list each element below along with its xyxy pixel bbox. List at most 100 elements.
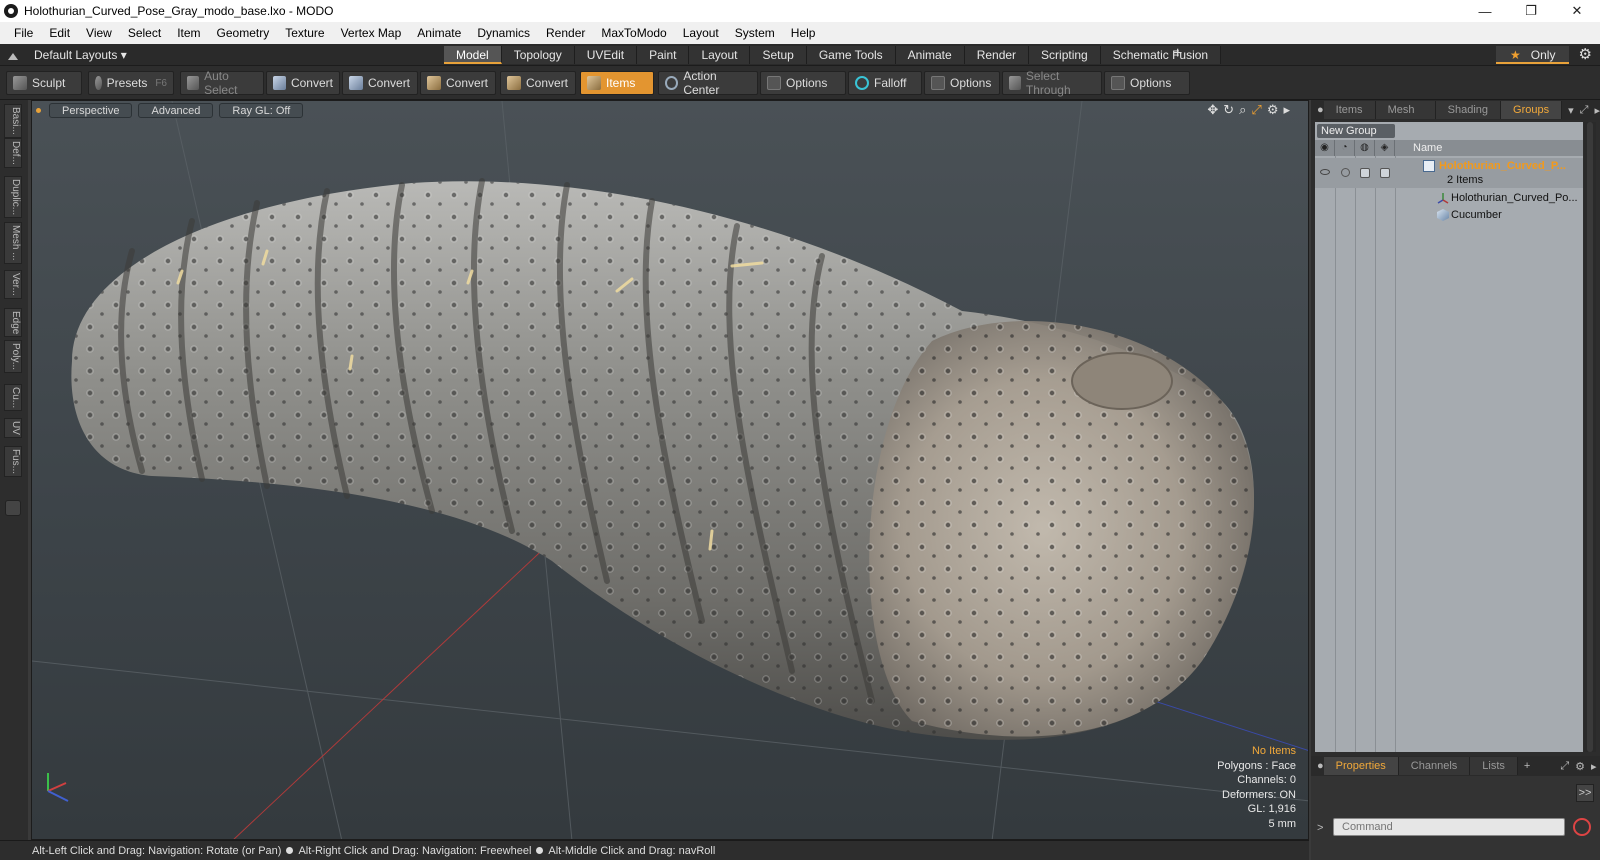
add-tab-plus-icon[interactable]: + <box>1524 760 1530 772</box>
viewport-expand-arrow-icon[interactable]: ▸ <box>1283 102 1290 118</box>
tab-channels[interactable]: Channels <box>1398 757 1471 775</box>
tab-animate[interactable]: Animate <box>895 46 965 64</box>
tab-deform[interactable]: Def... <box>4 138 22 168</box>
panel-menu-dot-icon[interactable]: ● <box>1317 760 1324 772</box>
3d-viewport[interactable]: Perspective Advanced Ray GL: Off ✥ ↻ ⌕ ⤢… <box>31 100 1309 840</box>
menu-system[interactable]: System <box>727 26 783 40</box>
view-mode-button[interactable]: Perspective <box>49 102 133 118</box>
expand-properties-button[interactable]: >> <box>1576 784 1594 802</box>
shading-button[interactable]: Advanced <box>138 102 214 118</box>
tabs-dropdown-icon[interactable]: ▾ <box>1568 104 1574 117</box>
tab-fusion[interactable]: Fus... <box>4 446 22 478</box>
close-button[interactable]: ✕ <box>1554 0 1600 22</box>
tab-topology[interactable]: Topology <box>501 46 575 64</box>
record-macro-button[interactable] <box>1573 818 1591 836</box>
menu-view[interactable]: View <box>78 26 120 40</box>
select-through-button[interactable]: Select Through <box>1002 69 1102 97</box>
visibility-column-eye-icon[interactable]: ◉ <box>1315 140 1335 156</box>
menu-edit[interactable]: Edit <box>41 26 78 40</box>
render-toggle-icon[interactable] <box>1341 168 1350 177</box>
tab-items[interactable]: Items <box>1323 101 1376 119</box>
lock-column-icon[interactable]: ◍ <box>1355 140 1375 156</box>
sculpt-button[interactable]: Sculpt <box>6 71 82 95</box>
fit-view-icon[interactable]: ⤢ <box>1251 102 1261 118</box>
command-input[interactable] <box>1333 818 1565 836</box>
only-button[interactable]: ★ Only <box>1496 46 1570 64</box>
groups-scrollbar[interactable] <box>1584 122 1596 752</box>
tab-scripting[interactable]: Scripting <box>1029 46 1101 64</box>
menu-help[interactable]: Help <box>783 26 824 40</box>
menu-item[interactable]: Item <box>169 26 208 40</box>
panel-arrow-icon[interactable]: ▸ <box>1594 104 1600 117</box>
add-tab-plus-icon[interactable]: + <box>1173 45 1182 63</box>
tab-setup[interactable]: Setup <box>750 46 807 64</box>
tab-paint[interactable]: Paint <box>637 46 690 64</box>
tab-shading[interactable]: Shading <box>1435 101 1502 119</box>
lock-toggle-icon[interactable] <box>1360 168 1370 178</box>
new-group-button[interactable]: New Group <box>1317 124 1395 138</box>
panel-menu-dot-icon[interactable]: ● <box>1317 104 1324 116</box>
panel-expand-icon[interactable]: ⤢ <box>1560 760 1569 773</box>
select-column-icon[interactable]: ◈ <box>1375 140 1395 156</box>
collapse-up-icon[interactable] <box>8 50 18 60</box>
tab-basic[interactable]: Basi... <box>4 104 22 138</box>
tab-vertex[interactable]: Ver... <box>4 270 22 299</box>
tab-groups[interactable]: Groups <box>1501 101 1563 119</box>
tab-curve[interactable]: Cu... <box>4 384 22 412</box>
menu-select[interactable]: Select <box>120 26 169 40</box>
action-center-options-button[interactable]: Options <box>760 71 846 95</box>
menu-animate[interactable]: Animate <box>409 26 469 40</box>
convert-vertices-button[interactable]: Convert <box>266 71 340 95</box>
scrollbar-thumb[interactable] <box>1587 122 1593 752</box>
menu-file[interactable]: File <box>6 26 41 40</box>
convert-polygons-button[interactable]: Convert <box>420 71 496 95</box>
tab-render[interactable]: Render <box>964 46 1030 64</box>
convert-edges-button[interactable]: Convert <box>342 71 418 95</box>
falloff-button[interactable]: Falloff <box>848 71 922 95</box>
visibility-eye-icon[interactable] <box>1320 169 1330 175</box>
tab-layout[interactable]: Layout <box>689 46 751 64</box>
pan-move-icon[interactable]: ✥ <box>1207 102 1218 118</box>
left-panel-toggle-button[interactable] <box>5 500 21 516</box>
select-through-options-button[interactable]: Options <box>1104 71 1190 95</box>
convert-items-button[interactable]: Convert <box>500 71 576 95</box>
viewport-gear-icon[interactable]: ⚙ <box>1267 102 1279 118</box>
tab-uvedit[interactable]: UVEdit <box>574 46 638 64</box>
menu-vertex-map[interactable]: Vertex Map <box>333 26 410 40</box>
render-column-icon[interactable]: ◔ <box>1335 140 1355 156</box>
sea-cucumber-model[interactable] <box>71 178 1255 740</box>
tab-mesh-edit[interactable]: Mesh ... <box>4 222 22 264</box>
items-mode-button[interactable]: Items <box>580 71 654 95</box>
group-member-row[interactable]: Holothurian_Curved_Po... <box>1315 190 1583 207</box>
rotate-icon[interactable]: ↻ <box>1223 102 1234 118</box>
menu-maxtomodo[interactable]: MaxToModo <box>593 26 674 40</box>
tab-uv[interactable]: UV <box>4 418 22 438</box>
layouts-dropdown[interactable]: Default Layouts ▾ <box>8 46 127 64</box>
minimize-button[interactable]: — <box>1462 0 1508 22</box>
tab-properties[interactable]: Properties <box>1323 757 1399 775</box>
menu-texture[interactable]: Texture <box>277 26 332 40</box>
group-row[interactable]: Holothurian_Curved_P... 2 Items <box>1315 158 1583 188</box>
tab-duplicate[interactable]: Duplic... <box>4 176 22 219</box>
zoom-search-icon[interactable]: ⌕ <box>1239 102 1246 118</box>
menu-render[interactable]: Render <box>538 26 593 40</box>
settings-gear-icon[interactable]: ⚙ <box>1579 45 1592 63</box>
auto-select-button[interactable]: Auto Select <box>180 69 264 97</box>
tab-polygon[interactable]: Poly... <box>4 340 22 374</box>
tab-lists[interactable]: Lists <box>1470 757 1518 775</box>
falloff-options-button[interactable]: Options <box>924 71 1000 95</box>
menu-dynamics[interactable]: Dynamics <box>469 26 538 40</box>
name-column-header[interactable]: Name <box>1413 140 1442 156</box>
panel-expand-icon[interactable]: ⤢ <box>1580 104 1589 117</box>
restore-button[interactable]: ❐ <box>1508 0 1554 22</box>
tab-model[interactable]: Model <box>444 46 502 64</box>
tab-game-tools[interactable]: Game Tools <box>806 46 896 64</box>
tab-edge[interactable]: Edge <box>4 308 22 338</box>
viewport-menu-dot-icon[interactable] <box>36 107 41 113</box>
menu-geometry[interactable]: Geometry <box>209 26 278 40</box>
presets-button[interactable]: Presets F6 <box>88 71 174 95</box>
action-center-button[interactable]: Action Center <box>658 69 758 97</box>
tab-schematic-fusion[interactable]: Schematic Fusion <box>1100 46 1222 64</box>
select-toggle-icon[interactable] <box>1380 168 1390 178</box>
group-member-row[interactable]: Cucumber <box>1315 207 1583 224</box>
